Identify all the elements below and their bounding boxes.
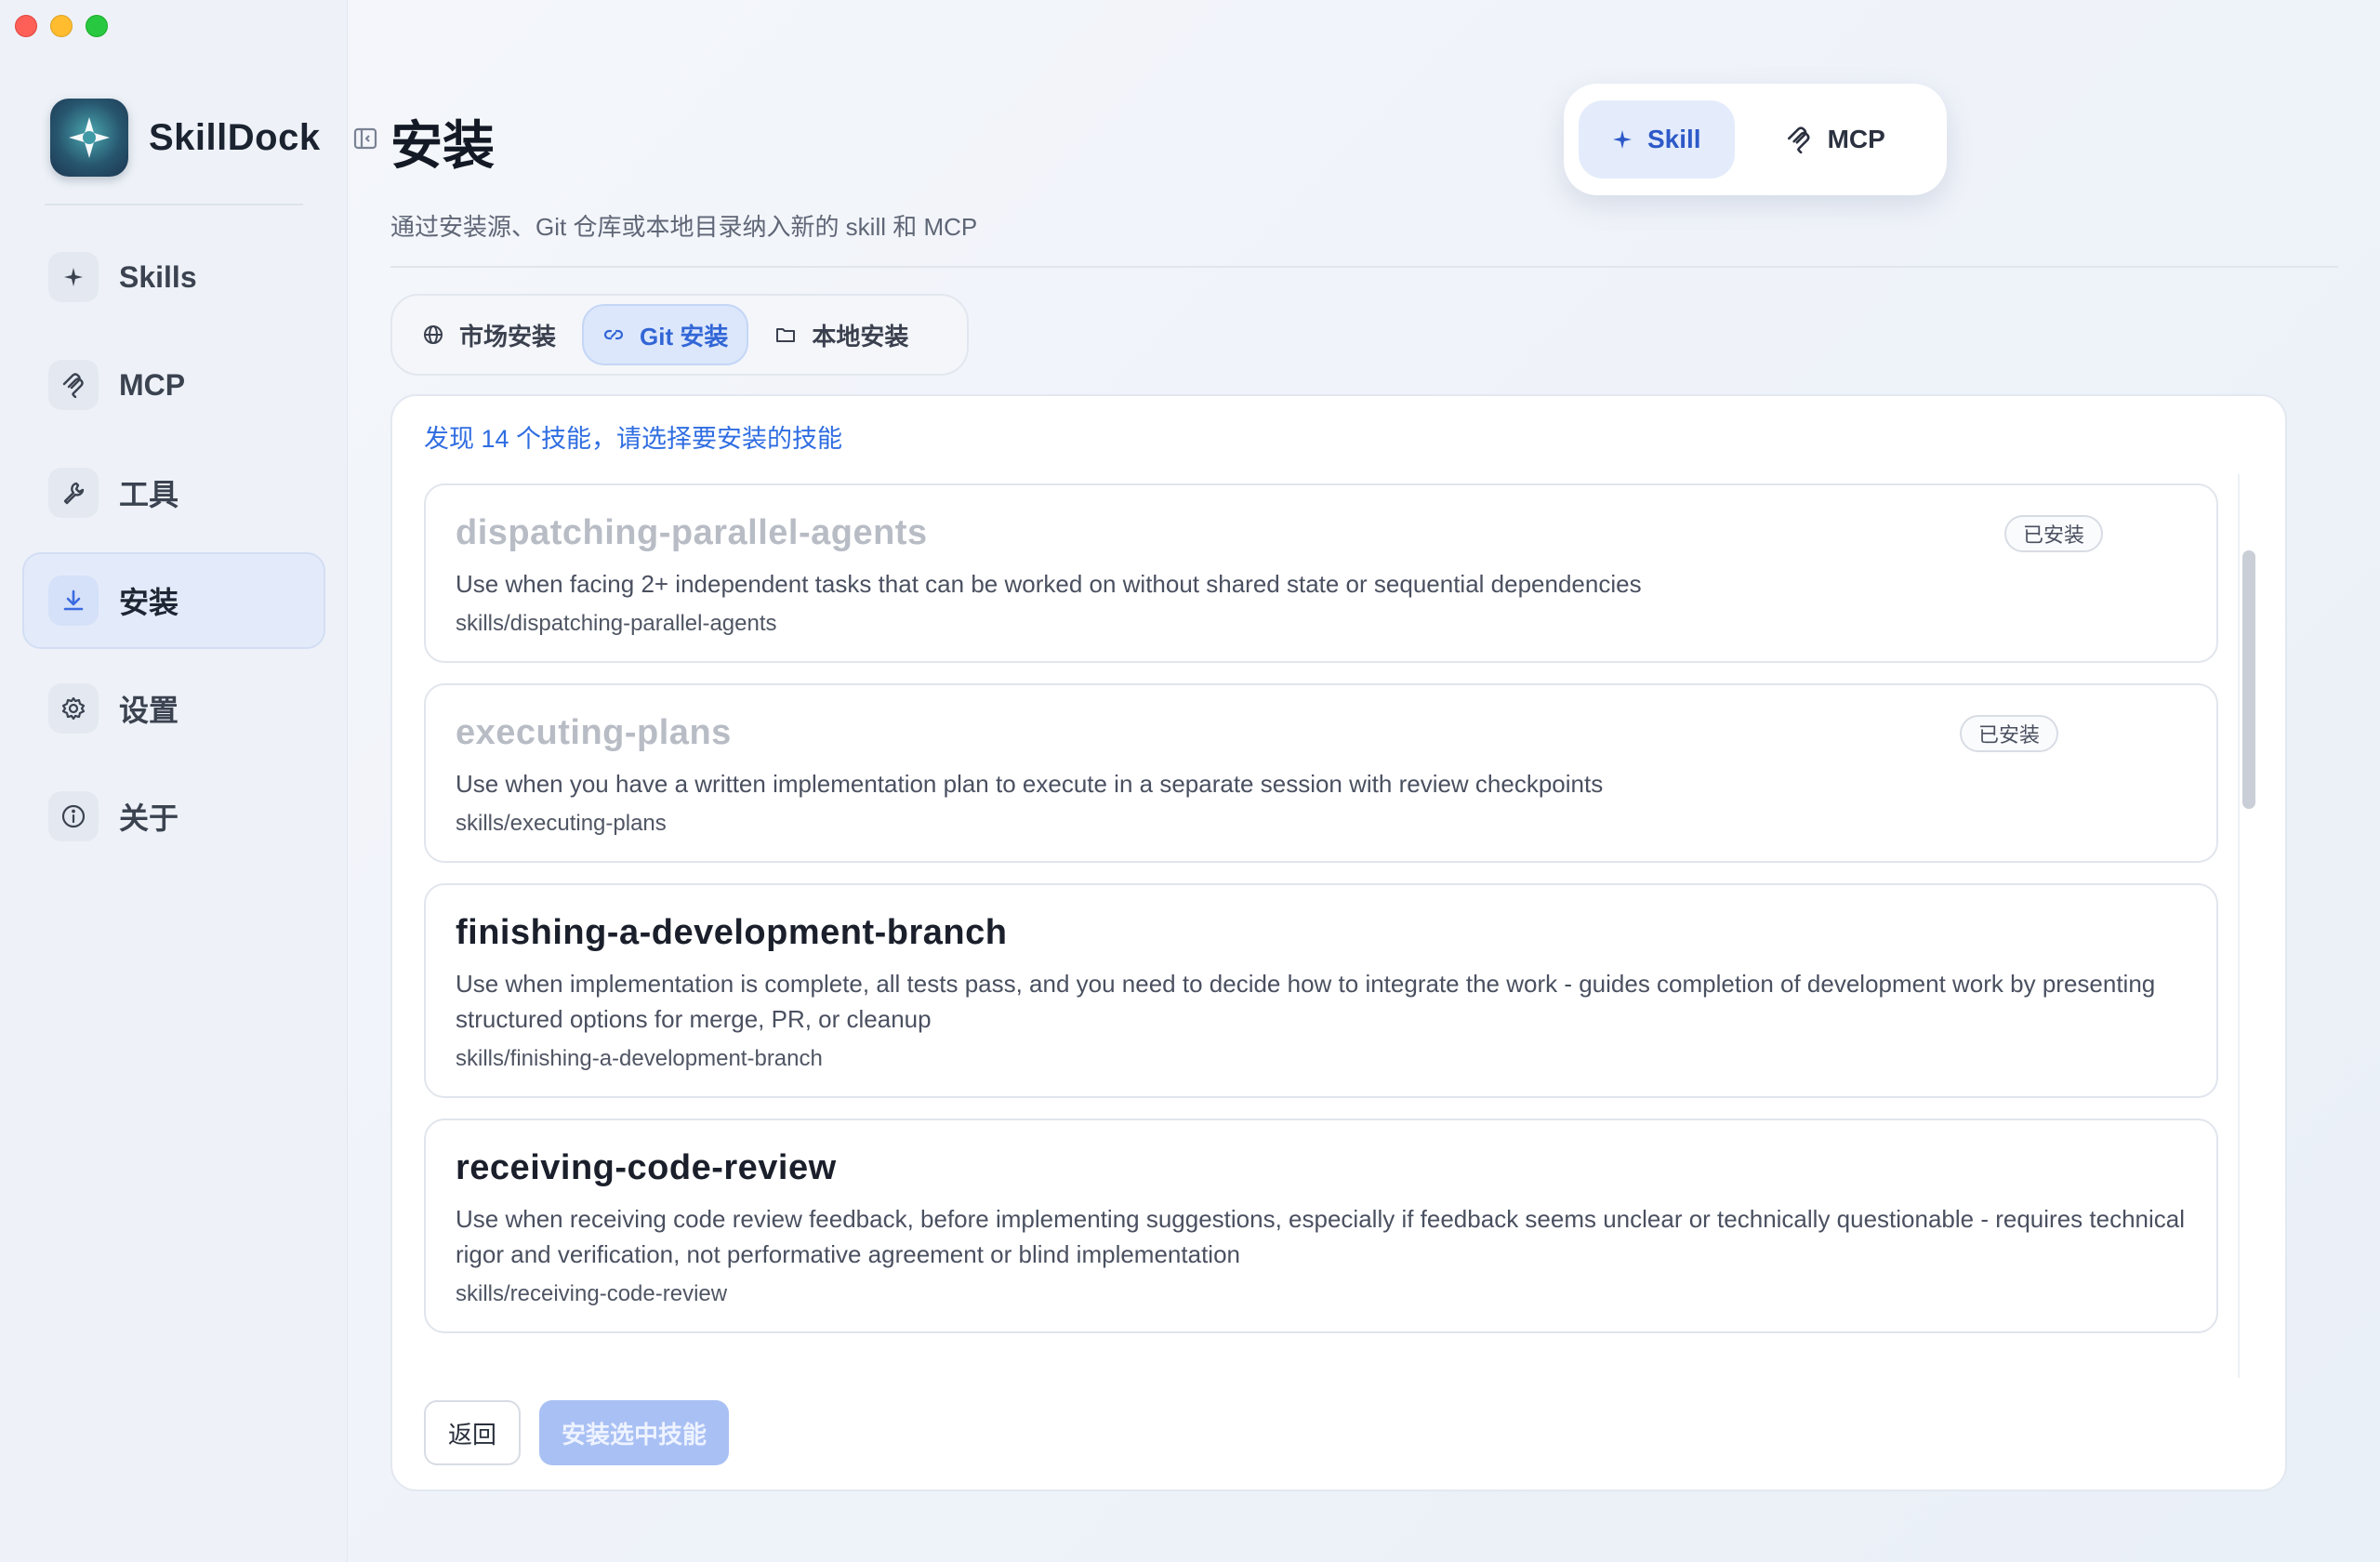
tab-git-install[interactable]: Git 安装	[582, 304, 749, 365]
type-switch: Skill MCP	[1564, 84, 1947, 195]
sidebar: SkillDock Skills MCP 工具 安装 设置 关于	[0, 0, 348, 1562]
sidebar-item-label: 关于	[119, 801, 179, 835]
sidebar-nav: Skills MCP 工具 安装 设置 关于	[22, 229, 325, 876]
zoom-window-button[interactable]	[86, 15, 108, 37]
app-logo-icon	[50, 99, 128, 177]
info-icon	[48, 791, 99, 841]
mcp-icon	[1787, 126, 1810, 153]
sidebar-divider	[45, 204, 303, 205]
tab-label: Git 安装	[640, 322, 729, 351]
skills-list: dispatching-parallel-agents 已安装 Use when…	[424, 483, 2218, 1376]
header-divider	[390, 266, 2338, 268]
tab-label: 市场安装	[459, 322, 557, 351]
skill-path: skills/finishing-a-development-branch	[456, 1046, 823, 1071]
skills-panel: 发现 14 个技能，请选择要安装的技能 dispatching-parallel…	[390, 394, 2287, 1491]
skill-card-executing-plans[interactable]: executing-plans 已安装 Use when you have a …	[424, 683, 2218, 863]
skill-type-label: Skill	[1647, 125, 1701, 153]
download-icon	[48, 576, 99, 626]
skill-name: executing-plans	[456, 713, 732, 752]
mcp-icon	[48, 360, 99, 410]
found-skills-text: 发现 14 个技能，请选择要安装的技能	[424, 425, 843, 453]
sidebar-item-skills[interactable]: Skills	[22, 229, 325, 325]
sidebar-item-tools[interactable]: 工具	[22, 444, 325, 541]
sparkle-icon	[48, 252, 99, 302]
skill-description: Use when implementation is complete, all…	[456, 970, 2156, 1033]
skill-path: skills/receiving-code-review	[456, 1281, 728, 1306]
window-controls	[15, 15, 108, 37]
sidebar-item-label: 安装	[119, 586, 179, 619]
skill-description: Use when receiving code review feedback,…	[456, 1205, 2186, 1268]
brand: SkillDock	[50, 99, 321, 177]
app-window: SkillDock Skills MCP 工具 安装 设置 关于 安装 通过安装…	[0, 0, 2380, 1562]
skill-description: Use when you have a written implementati…	[456, 770, 1604, 798]
page-title: 安装	[390, 116, 495, 175]
installed-badge: 已安装	[1960, 715, 2059, 752]
back-button[interactable]: 返回	[424, 1400, 522, 1465]
skill-path: skills/dispatching-parallel-agents	[456, 611, 777, 636]
skill-type-button[interactable]: Skill	[1579, 100, 1735, 179]
tab-label: 本地安装	[812, 322, 909, 351]
sidebar-item-label: 工具	[119, 478, 179, 511]
list-scrollbar-thumb[interactable]	[2242, 550, 2255, 809]
skill-card-finishing-a-development-branch[interactable]: finishing-a-development-branch Use when …	[424, 883, 2218, 1098]
sparkle-icon	[1613, 130, 1632, 149]
sidebar-item-settings[interactable]: 设置	[22, 660, 325, 757]
skill-card-dispatching-parallel-agents[interactable]: dispatching-parallel-agents 已安装 Use when…	[424, 483, 2218, 663]
skill-name: receiving-code-review	[456, 1148, 837, 1187]
skill-description: Use when facing 2+ independent tasks tha…	[456, 570, 1642, 598]
main-content: 安装 通过安装源、Git 仓库或本地目录纳入新的 skill 和 MCP Ski…	[390, 0, 2343, 1562]
skill-name: dispatching-parallel-agents	[456, 513, 928, 552]
tab-local-install[interactable]: 本地安装	[756, 304, 927, 365]
globe-icon	[424, 325, 443, 344]
sidebar-item-label: Skills	[119, 259, 197, 294]
skill-name: finishing-a-development-branch	[456, 913, 1008, 952]
panel-footer: 返回 安装选中技能	[424, 1400, 730, 1465]
sidebar-item-about[interactable]: 关于	[22, 768, 325, 865]
minimize-window-button[interactable]	[50, 15, 73, 37]
sidebar-item-label: 设置	[119, 694, 179, 727]
wrench-icon	[48, 468, 99, 518]
installed-badge: 已安装	[2004, 515, 2104, 552]
mcp-type-label: MCP	[1827, 125, 1885, 153]
app-name: SkillDock	[149, 116, 321, 158]
skill-path: skills/executing-plans	[456, 811, 667, 836]
link-icon	[603, 329, 624, 340]
folder-icon	[776, 328, 796, 342]
collapse-sidebar-button[interactable]	[346, 119, 385, 158]
install-selected-button[interactable]: 安装选中技能	[539, 1400, 730, 1465]
sidebar-item-install[interactable]: 安装	[22, 552, 325, 649]
skill-card-receiving-code-review[interactable]: receiving-code-review Use when receiving…	[424, 1119, 2218, 1333]
gear-icon	[48, 683, 99, 734]
page-subtitle: 通过安装源、Git 仓库或本地目录纳入新的 skill 和 MCP	[390, 213, 978, 241]
tab-market-install[interactable]: 市场安装	[403, 304, 575, 365]
close-window-button[interactable]	[15, 15, 37, 37]
sidebar-toggle-icon	[353, 127, 377, 150]
install-method-tabs: 市场安装 Git 安装 本地安装	[390, 294, 969, 376]
sidebar-item-mcp[interactable]: MCP	[22, 337, 325, 433]
sidebar-item-label: MCP	[119, 367, 186, 402]
mcp-type-button[interactable]: MCP	[1752, 100, 1919, 179]
